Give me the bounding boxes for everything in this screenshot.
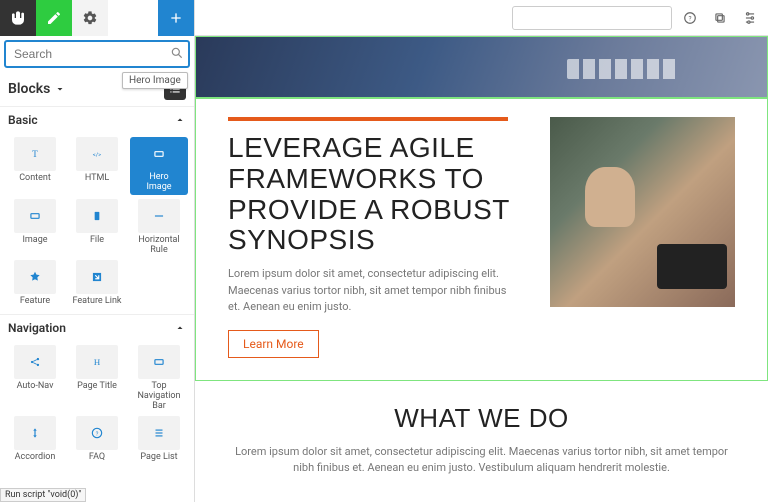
block-faq-icon: ? xyxy=(76,416,118,450)
feature-image xyxy=(550,117,735,307)
svg-text:H: H xyxy=(94,357,101,367)
block-html-icon: </> xyxy=(76,137,118,171)
block-hr-icon xyxy=(138,199,180,233)
block-faq[interactable]: ? FAQ xyxy=(68,416,126,463)
block-page-title-icon: H xyxy=(76,345,118,379)
sidebar: Hero Image Blocks Basic T Content </> HTML H… xyxy=(0,0,195,502)
panel-title[interactable]: Blocks xyxy=(8,81,66,97)
block-topnav-label: Top Navigation Bar xyxy=(132,382,186,412)
what-title: What We Do xyxy=(235,403,728,434)
section-navigation-header[interactable]: Navigation xyxy=(0,314,194,341)
help-button[interactable]: ? xyxy=(678,6,702,30)
section-basic-title: Basic xyxy=(8,113,38,127)
block-content[interactable]: T Content xyxy=(6,137,64,195)
block-hero-image[interactable]: Hero Image xyxy=(130,137,188,195)
pencil-icon xyxy=(46,10,62,26)
tune-button[interactable] xyxy=(738,6,762,30)
block-page-list-label: Page List xyxy=(140,453,177,463)
what-we-do-block[interactable]: What We Do Lorem ipsum dolor sit amet, c… xyxy=(195,381,768,499)
home-button[interactable] xyxy=(0,0,36,36)
section-navigation-title: Navigation xyxy=(8,321,66,335)
block-accordion[interactable]: Accordion xyxy=(6,416,64,463)
chevron-up-icon xyxy=(174,322,186,334)
block-feature-label: Feature xyxy=(20,297,50,307)
caret-down-icon xyxy=(54,83,66,95)
copy-button[interactable] xyxy=(708,6,732,30)
block-page-title[interactable]: H Page Title xyxy=(68,345,126,412)
status-bar: Run script "void(0)" xyxy=(0,488,86,502)
block-feature-icon xyxy=(14,260,56,294)
help-icon: ? xyxy=(683,11,697,25)
block-topnav[interactable]: Top Navigation Bar xyxy=(130,345,188,412)
main-search-input[interactable] xyxy=(512,6,672,30)
block-hr[interactable]: Horizontal Rule xyxy=(130,199,188,256)
block-image-label: Image xyxy=(22,236,47,246)
block-feature-link-icon xyxy=(76,260,118,294)
block-page-list-icon xyxy=(138,416,180,450)
gear-icon xyxy=(82,10,98,26)
tooltip: Hero Image xyxy=(122,72,188,89)
main-toolbar: ? xyxy=(195,0,768,36)
block-feature[interactable]: Feature xyxy=(6,260,64,307)
block-accordion-label: Accordion xyxy=(15,453,56,463)
feature-block[interactable]: Leverage agile frameworks to provide a r… xyxy=(195,98,768,381)
block-hr-label: Horizontal Rule xyxy=(132,236,186,256)
learn-more-button[interactable]: Learn More xyxy=(228,330,319,358)
feature-text: Leverage agile frameworks to provide a r… xyxy=(228,117,526,358)
block-page-title-label: Page Title xyxy=(77,382,117,392)
block-image[interactable]: Image xyxy=(6,199,64,256)
main: ? Leverage agile frameworks to provide a… xyxy=(195,0,768,502)
settings-button[interactable] xyxy=(72,0,108,36)
svg-text:?: ? xyxy=(688,14,691,22)
block-feature-link-label: Feature Link xyxy=(73,297,122,307)
canvas[interactable]: Leverage agile frameworks to provide a r… xyxy=(195,36,768,502)
block-html-label: HTML xyxy=(85,174,109,184)
feature-title: Leverage agile frameworks to provide a r… xyxy=(228,133,526,256)
block-content-label: Content xyxy=(19,174,51,184)
svg-text:?: ? xyxy=(96,431,99,437)
main-search-wrap xyxy=(512,6,672,30)
block-faq-label: FAQ xyxy=(89,453,105,463)
search-icon xyxy=(170,46,184,63)
block-autonav-label: Auto-Nav xyxy=(17,382,54,392)
block-accordion-icon xyxy=(14,416,56,450)
block-autonav[interactable]: Auto-Nav xyxy=(6,345,64,412)
svg-text:T: T xyxy=(32,150,38,160)
block-image-icon xyxy=(14,199,56,233)
block-content-icon: T xyxy=(14,137,56,171)
block-file[interactable]: File xyxy=(68,199,126,256)
hero-banner-block[interactable] xyxy=(195,36,768,98)
copy-icon xyxy=(713,11,727,25)
block-file-icon xyxy=(76,199,118,233)
feature-desc: Lorem ipsum dolor sit amet, consectetur … xyxy=(228,266,508,316)
search-wrap: Hero Image xyxy=(0,36,194,72)
block-hero-image-icon xyxy=(138,137,180,171)
section-basic-header[interactable]: Basic xyxy=(0,106,194,133)
chevron-up-icon xyxy=(174,114,186,126)
add-button[interactable] xyxy=(158,0,194,36)
block-topnav-icon xyxy=(138,345,180,379)
block-hero-image-label: Hero Image xyxy=(132,171,186,195)
sidebar-toolbar xyxy=(0,0,194,36)
block-feature-link[interactable]: Feature Link xyxy=(68,260,126,307)
sliders-icon xyxy=(743,11,757,25)
block-autonav-icon xyxy=(14,345,56,379)
hand-icon xyxy=(10,10,26,26)
block-html[interactable]: </> HTML xyxy=(68,137,126,195)
block-grid-navigation: Auto-Nav H Page Title Top Navigation Bar Acc… xyxy=(0,341,194,471)
block-page-list[interactable]: Page List xyxy=(130,416,188,463)
accent-bar xyxy=(228,117,508,121)
svg-text:</>: </> xyxy=(93,152,101,158)
what-desc: Lorem ipsum dolor sit amet, consectetur … xyxy=(235,444,728,477)
panel-title-text: Blocks xyxy=(8,81,50,97)
block-file-label: File xyxy=(90,236,104,246)
block-grid-basic: T Content </> HTML Hero Image Image File Horizo… xyxy=(0,133,194,314)
edit-button[interactable] xyxy=(36,0,72,36)
search-input[interactable] xyxy=(4,40,190,68)
plus-icon xyxy=(168,10,184,26)
